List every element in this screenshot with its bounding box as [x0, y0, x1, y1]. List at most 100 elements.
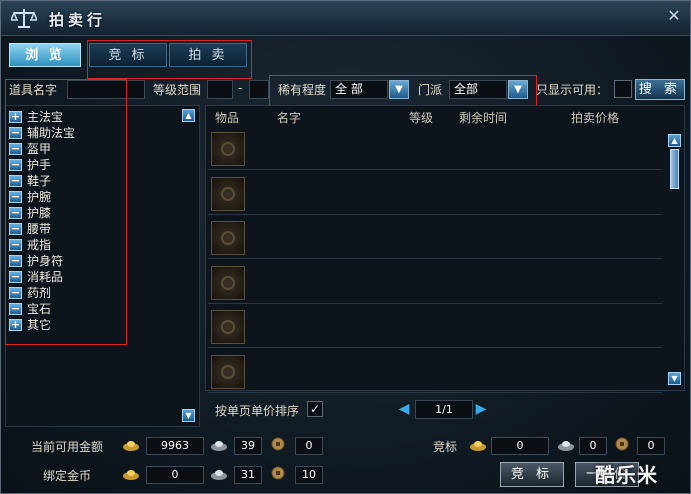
category-scroll-down-button[interactable]: ▼ — [182, 409, 195, 422]
column-level: 等级 — [409, 111, 434, 125]
listing-row[interactable] — [208, 171, 662, 215]
arrow-right-icon: ▶ — [475, 401, 487, 417]
empty-slot-icon — [221, 364, 235, 379]
listing-row[interactable] — [208, 126, 662, 170]
column-item: 物品 — [215, 111, 240, 125]
bound-gold-label: 绑定金币 — [43, 469, 92, 483]
scales-icon — [11, 9, 37, 28]
available-funds-label: 当前可用金额 — [31, 440, 104, 454]
checkmark-icon: ✓ — [309, 402, 321, 416]
sort-by-unit-price-label: 按单页单价排序 — [215, 404, 300, 418]
item-slot[interactable] — [211, 176, 245, 211]
collapse-icon[interactable]: − — [9, 239, 22, 251]
collapse-icon[interactable]: − — [9, 127, 22, 139]
faction-label: 门派 — [418, 83, 443, 97]
category-item[interactable]: − 辅助法宝 — [9, 125, 75, 141]
listing-row[interactable] — [208, 304, 662, 348]
listing-scroll-up-button[interactable]: ▲ — [668, 134, 681, 147]
category-item[interactable]: + 其它 — [9, 317, 75, 333]
expand-icon[interactable]: + — [9, 111, 22, 123]
only-usable-label: 只显示可用： — [536, 83, 609, 97]
bid-gold-input[interactable]: 0 — [491, 437, 549, 455]
category-item[interactable]: − 护手 — [9, 157, 75, 173]
empty-slot-icon — [221, 142, 235, 156]
window-title: 拍卖行 — [49, 11, 107, 29]
prev-page-button[interactable]: ◀ — [398, 402, 410, 416]
tab-browse[interactable]: 浏 览 — [9, 43, 81, 67]
category-item[interactable]: − 腰带 — [9, 221, 75, 237]
listing-scroll-thumb[interactable] — [670, 149, 679, 189]
only-usable-checkbox[interactable] — [614, 80, 632, 98]
bound-gold-value: 0 — [146, 466, 204, 484]
collapse-icon[interactable]: − — [9, 159, 22, 171]
item-slot[interactable] — [211, 221, 245, 255]
category-label: 主法宝 — [27, 110, 64, 124]
collapse-icon[interactable]: − — [9, 143, 22, 155]
category-label: 药剂 — [27, 286, 52, 300]
category-item[interactable]: + 主法宝 — [9, 109, 75, 125]
collapse-icon[interactable]: − — [9, 271, 22, 283]
sort-by-unit-price-checkbox[interactable]: ✓ — [307, 401, 323, 417]
search-button[interactable]: 搜 索 — [635, 79, 685, 100]
bid-copper-input[interactable]: 0 — [637, 437, 665, 455]
category-label: 盔甲 — [27, 142, 52, 156]
silver-ingot-icon — [211, 441, 227, 451]
listing-row[interactable] — [208, 260, 662, 304]
level-min-input[interactable] — [207, 80, 233, 99]
collapse-icon[interactable]: − — [9, 287, 22, 299]
collapse-icon[interactable]: − — [9, 191, 22, 203]
rarity-label: 稀有程度 — [278, 83, 327, 97]
category-item[interactable]: − 药剂 — [9, 285, 75, 301]
tab-sell[interactable]: 拍 卖 — [169, 43, 247, 67]
empty-slot-icon — [221, 231, 235, 245]
category-label: 其它 — [27, 318, 52, 332]
level-range-separator: - — [238, 81, 243, 95]
arrow-left-icon: ◀ — [398, 401, 410, 417]
close-button[interactable]: ✕ — [666, 8, 682, 24]
item-name-label: 道具名字 — [9, 83, 58, 97]
listing-row[interactable] — [208, 215, 662, 259]
collapse-icon[interactable]: − — [9, 207, 22, 219]
bid-silver-input[interactable]: 0 — [579, 437, 607, 455]
faction-select[interactable]: 全部 — [449, 80, 507, 99]
faction-dropdown-button[interactable]: ▼ — [508, 80, 528, 99]
listing-row[interactable] — [208, 349, 662, 393]
category-item[interactable]: − 鞋子 — [9, 173, 75, 189]
collapse-icon[interactable]: − — [9, 303, 22, 315]
rarity-select[interactable]: 全 部 — [330, 80, 388, 99]
category-item[interactable]: − 护膝 — [9, 205, 75, 221]
category-item[interactable]: − 盔甲 — [9, 141, 75, 157]
item-slot[interactable] — [211, 310, 245, 344]
collapse-icon[interactable]: − — [9, 255, 22, 267]
available-silver-value: 39 — [234, 437, 262, 455]
title-bar[interactable]: 拍卖行 ✕ — [1, 1, 690, 36]
collapse-icon[interactable]: − — [9, 223, 22, 235]
next-page-button[interactable]: ▶ — [475, 402, 487, 416]
item-slot[interactable] — [211, 265, 245, 300]
item-slot[interactable] — [211, 132, 245, 166]
bound-silver-value: 31 — [234, 466, 262, 484]
column-name: 名字 — [277, 111, 302, 125]
category-item[interactable]: − 护腕 — [9, 189, 75, 205]
collapse-icon[interactable]: − — [9, 175, 22, 187]
rarity-dropdown-button[interactable]: ▼ — [389, 80, 409, 99]
category-scroll-up-button[interactable]: ▲ — [182, 109, 195, 122]
tab-bid[interactable]: 竞 标 — [89, 43, 167, 67]
item-slot[interactable] — [211, 354, 245, 389]
category-tree: + 主法宝 − 辅助法宝 − 盔甲 − 护手 − 鞋子 − 护腕 − 护膝 − 腰带 − 戒指 − 护身符 − 消耗品 − 药… — [9, 109, 75, 333]
category-item[interactable]: − 护身符 — [9, 253, 75, 269]
item-name-input[interactable] — [67, 80, 145, 99]
category-label: 戒指 — [27, 238, 52, 252]
silver-ingot-icon — [211, 470, 227, 480]
category-item[interactable]: − 宝石 — [9, 301, 75, 317]
category-item[interactable]: − 戒指 — [9, 237, 75, 253]
category-item[interactable]: − 消耗品 — [9, 269, 75, 285]
listing-scroll-down-button[interactable]: ▼ — [668, 372, 681, 385]
available-gold-value: 9963 — [146, 437, 204, 455]
expand-icon[interactable]: + — [9, 319, 22, 331]
level-max-input[interactable] — [249, 80, 269, 99]
category-label: 辅助法宝 — [27, 126, 76, 140]
column-time-left: 剩余时间 — [459, 111, 508, 125]
bid-button[interactable]: 竞 标 — [500, 462, 564, 487]
category-label: 腰带 — [27, 222, 52, 236]
